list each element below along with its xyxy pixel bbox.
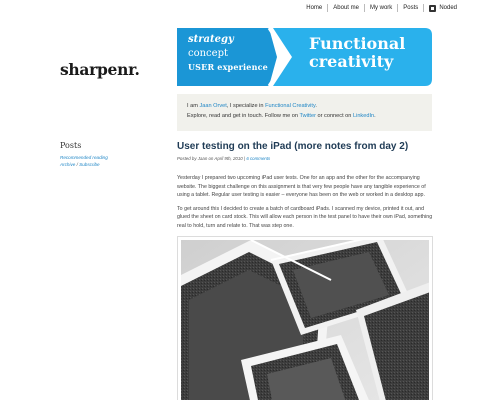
intro-text: , I specialize in [226,103,266,109]
nav-home[interactable]: Home [301,4,327,12]
banner-word-strategy: strategy [188,34,234,45]
nav-noded[interactable]: Noded [423,4,462,12]
sidebar-links: Archive / Subscribe [60,162,100,167]
top-nav: Home About me My work Posts Noded [301,4,462,12]
specialty-link[interactable]: Functional Creativity [265,103,315,109]
intro-box: I am Jaan Orvet, I specialize in Functio… [177,94,432,131]
intro-text: Explore, read and get in touch. Follow m… [187,113,300,119]
post-meta-text: Posted by Jaan on April 9th, 2010 | [177,156,247,161]
archive-link[interactable]: Archive [60,162,75,167]
banner-tagline: Functional creativity [309,35,405,71]
nav-my-work[interactable]: My work [363,4,397,12]
banner-word-user-experience: USER experience [188,62,268,72]
cardboard-ipads-photo [181,240,429,400]
nav-about-me[interactable]: About me [327,4,364,12]
post-photo [177,236,433,400]
site-logo[interactable]: sharpenr. [60,60,140,79]
post-paragraph: Yesterday I prepared two upcoming iPad u… [177,175,426,199]
nav-noded-label: Noded [439,5,457,11]
post-meta: Posted by Jaan on April 9th, 2010 | 6 co… [177,156,270,161]
nav-posts[interactable]: Posts [397,4,423,12]
recommended-reading-link[interactable]: Recommended reading [60,155,108,160]
hero-banner: strategy concept USER experience Functio… [177,28,432,86]
intro-text: I am [187,103,200,109]
banner-tagline-line1: Functional [309,34,406,53]
intro-text: . [315,103,317,109]
banner-word-concept: concept [188,48,228,59]
intro-line-2: Explore, read and get in touch. Follow m… [187,111,422,121]
sidebar-heading: Posts [60,141,82,150]
intro-text: . [374,113,376,119]
author-link[interactable]: Jaan Orvet [199,103,226,109]
intro-line-1: I am Jaan Orvet, I specialize in Functio… [187,101,422,111]
post-body: Yesterday I prepared two upcoming iPad u… [177,174,433,236]
twitter-link[interactable]: Twitter [299,113,315,119]
post-title[interactable]: User testing on the iPad (more notes fro… [177,141,408,152]
comments-link[interactable]: 6 comments [246,156,270,161]
noded-icon [429,4,437,12]
linkedin-link[interactable]: LinkedIn [353,113,374,119]
post-paragraph: To get around this I decided to create a… [177,205,433,229]
intro-text: or connect on [315,113,353,119]
banner-tagline-line2: creativity [309,52,394,71]
subscribe-link[interactable]: Subscribe [79,162,99,167]
